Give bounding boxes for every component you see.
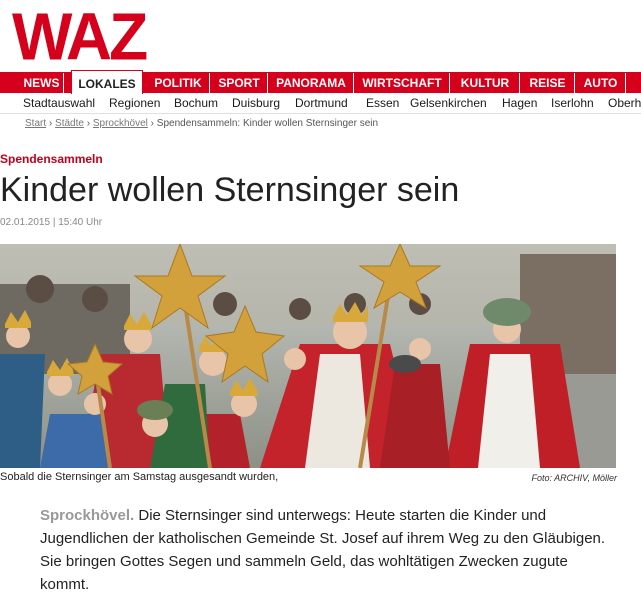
nav-panorama[interactable]: PANORAMA (269, 73, 354, 93)
subnav-oberhausen[interactable]: Oberh (608, 93, 641, 113)
article-kicker: Spendensammeln (0, 152, 103, 166)
nav-lokales[interactable]: LOKALES (71, 70, 143, 94)
nav-reise[interactable]: REISE (521, 73, 575, 93)
breadcrumb-separator: › (150, 118, 155, 129)
photo-credit: Foto: ARCHIV, Möller (531, 473, 617, 483)
sternsinger-photo-illustration (0, 244, 616, 468)
nav-wirtschaft[interactable]: WIRTSCHAFT (355, 73, 450, 93)
teaser-location: Sprockhövel. (40, 507, 135, 524)
article-dateline: 02.01.2015 | 15:40 Uhr (0, 217, 103, 228)
nav-politik[interactable]: POLITIK (147, 73, 210, 93)
subnav-bochum[interactable]: Bochum (174, 93, 218, 113)
breadcrumb-staedte[interactable]: Städte (55, 118, 84, 129)
breadcrumb-sprockhoevel[interactable]: Sprockhövel (93, 118, 148, 129)
main-navigation: NEWS LOKALES POLITIK SPORT PANORAMA WIRT… (0, 70, 641, 94)
subnav-hagen[interactable]: Hagen (502, 93, 537, 113)
breadcrumb-current: Spendensammeln: Kinder wollen Sternsinge… (156, 118, 379, 129)
subnav-duisburg[interactable]: Duisburg (232, 93, 280, 113)
article-headline: Kinder wollen Sternsinger sein (0, 171, 460, 209)
breadcrumb-start[interactable]: Start (25, 118, 46, 129)
subnav-essen[interactable]: Essen (366, 93, 399, 113)
photo-caption: Sobald die Sternsinger am Samstag ausges… (0, 471, 279, 483)
nav-sport[interactable]: SPORT (211, 73, 268, 93)
subnav-stadtauswahl[interactable]: Stadtauswahl (23, 93, 95, 113)
nav-news[interactable]: NEWS (20, 73, 64, 93)
subnav-dortmund[interactable]: Dortmund (295, 93, 348, 113)
waz-logo[interactable]: WAZ (12, 3, 172, 70)
subnav-iserlohn[interactable]: Iserlohn (551, 93, 594, 113)
breadcrumb: Start › Städte › Sprockhövel › Spendensa… (25, 118, 378, 129)
breadcrumb-separator: › (86, 118, 91, 129)
subnav-regionen[interactable]: Regionen (109, 93, 160, 113)
sub-navigation: Stadtauswahl Regionen Bochum Duisburg Do… (0, 93, 641, 114)
subnav-gelsenkirchen[interactable]: Gelsenkirchen (410, 93, 487, 113)
article-photo[interactable] (0, 244, 616, 468)
nav-kultur[interactable]: KULTUR (451, 73, 520, 93)
breadcrumb-separator: › (48, 118, 53, 129)
nav-auto[interactable]: AUTO (576, 73, 626, 93)
article-teaser: Sprockhövel. Die Sternsinger sind unterw… (40, 504, 620, 596)
